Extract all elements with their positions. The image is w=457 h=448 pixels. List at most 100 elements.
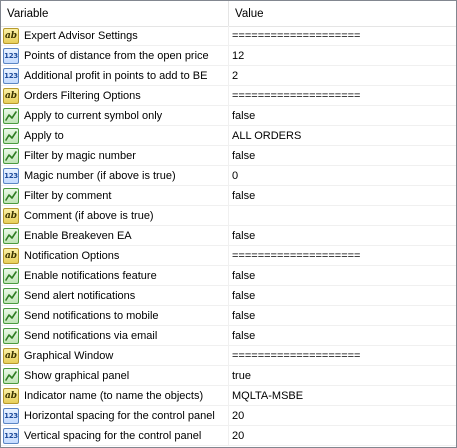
variable-cell: Show graphical panel bbox=[1, 366, 229, 385]
string-type-icon: ab bbox=[3, 27, 19, 44]
variable-cell: 123 Additional profit in points to add to… bbox=[1, 66, 229, 85]
variable-cell: ab Indicator name (to name the objects) bbox=[1, 386, 229, 405]
value-cell[interactable]: false bbox=[229, 286, 456, 305]
variable-label: Graphical Window bbox=[24, 349, 114, 362]
variable-label: Additional profit in points to add to BE bbox=[24, 69, 208, 82]
value-cell[interactable]: false bbox=[229, 306, 456, 325]
table-row[interactable]: Enable notifications feature false bbox=[1, 266, 456, 286]
table-row[interactable]: Send notifications to mobile false bbox=[1, 306, 456, 326]
table-row[interactable]: Apply to current symbol only false bbox=[1, 106, 456, 126]
value-cell[interactable]: 12 bbox=[229, 46, 456, 65]
boolean-type-icon bbox=[3, 147, 19, 164]
boolean-type-icon bbox=[3, 327, 19, 344]
variable-label: Expert Advisor Settings bbox=[24, 29, 138, 42]
variable-cell: ab Expert Advisor Settings bbox=[1, 26, 229, 45]
string-type-icon: ab bbox=[3, 207, 19, 224]
boolean-type-icon bbox=[3, 227, 19, 244]
table-row[interactable]: Apply to ALL ORDERS bbox=[1, 126, 456, 146]
boolean-type-icon bbox=[3, 127, 19, 144]
column-header-value[interactable]: Value bbox=[229, 1, 456, 26]
variable-label: Apply to bbox=[24, 129, 64, 142]
variable-cell: Send alert notifications bbox=[1, 286, 229, 305]
value-cell[interactable]: ==================== bbox=[229, 346, 456, 365]
table-row[interactable]: 123 Additional profit in points to add to… bbox=[1, 66, 456, 86]
variable-cell: 123 Vertical spacing for the control pane… bbox=[1, 426, 229, 445]
variable-cell: Filter by comment bbox=[1, 186, 229, 205]
variable-cell: Apply to bbox=[1, 126, 229, 145]
variable-label: Send notifications to mobile bbox=[24, 309, 159, 322]
variable-label: Show graphical panel bbox=[24, 369, 130, 382]
value-cell[interactable]: ==================== bbox=[229, 246, 456, 265]
number-type-icon: 123 bbox=[3, 427, 19, 444]
value-cell[interactable]: 0 bbox=[229, 166, 456, 185]
table-row[interactable]: ab Indicator name (to name the objects) MQ… bbox=[1, 386, 456, 406]
grid-rows: ab Expert Advisor Settings ===============… bbox=[1, 26, 456, 446]
table-row[interactable]: 123 Magic number (if above is true) 0 bbox=[1, 166, 456, 186]
table-row[interactable]: ab Graphical Window ==================== bbox=[1, 346, 456, 366]
value-cell[interactable]: true bbox=[229, 366, 456, 385]
table-row[interactable]: Show graphical panel true bbox=[1, 366, 456, 386]
value-cell[interactable]: 2 bbox=[229, 66, 456, 85]
variable-label: Indicator name (to name the objects) bbox=[24, 389, 204, 402]
variable-cell: Enable notifications feature bbox=[1, 266, 229, 285]
inputs-grid: Variable Value ab Expert Advisor Settings… bbox=[0, 0, 457, 448]
variable-label: Magic number (if above is true) bbox=[24, 169, 176, 182]
value-cell[interactable]: ==================== bbox=[229, 86, 456, 105]
value-cell[interactable]: ALL ORDERS bbox=[229, 126, 456, 145]
variable-cell: 123 Horizontal spacing for the control pa… bbox=[1, 406, 229, 425]
table-row[interactable]: Send notifications via email false bbox=[1, 326, 456, 346]
variable-label: Points of distance from the open price bbox=[24, 49, 209, 62]
variable-label: Send notifications via email bbox=[24, 329, 158, 342]
variable-label: Orders Filtering Options bbox=[24, 89, 141, 102]
variable-cell: 123 Points of distance from the open pric… bbox=[1, 46, 229, 65]
value-cell[interactable]: 20 bbox=[229, 426, 456, 445]
variable-cell: ab Orders Filtering Options bbox=[1, 86, 229, 105]
value-cell[interactable]: ==================== bbox=[229, 26, 456, 45]
variable-cell: ab Comment (if above is true) bbox=[1, 206, 229, 225]
value-cell[interactable] bbox=[229, 206, 456, 225]
variable-label: Filter by magic number bbox=[24, 149, 136, 162]
variable-label: Comment (if above is true) bbox=[24, 209, 154, 222]
value-cell[interactable]: MQLTA-MSBE bbox=[229, 386, 456, 405]
value-cell[interactable]: false bbox=[229, 266, 456, 285]
value-cell[interactable]: false bbox=[229, 186, 456, 205]
boolean-type-icon bbox=[3, 367, 19, 384]
variable-label: Horizontal spacing for the control panel bbox=[24, 409, 215, 422]
string-type-icon: ab bbox=[3, 347, 19, 364]
value-cell[interactable]: false bbox=[229, 326, 456, 345]
table-row[interactable]: ab Notification Options ==================… bbox=[1, 246, 456, 266]
variable-label: Notification Options bbox=[24, 249, 120, 262]
variable-cell: ab Graphical Window bbox=[1, 346, 229, 365]
boolean-type-icon bbox=[3, 287, 19, 304]
string-type-icon: ab bbox=[3, 87, 19, 104]
value-cell[interactable]: false bbox=[229, 226, 456, 245]
boolean-type-icon bbox=[3, 267, 19, 284]
variable-cell: Apply to current symbol only bbox=[1, 106, 229, 125]
table-row[interactable]: Enable Breakeven EA false bbox=[1, 226, 456, 246]
variable-label: Enable notifications feature bbox=[24, 269, 157, 282]
variable-cell: Send notifications via email bbox=[1, 326, 229, 345]
table-row[interactable]: ab Expert Advisor Settings ===============… bbox=[1, 26, 456, 46]
variable-cell: Send notifications to mobile bbox=[1, 306, 229, 325]
variable-label: Filter by comment bbox=[24, 189, 112, 202]
value-cell[interactable]: false bbox=[229, 146, 456, 165]
column-header-variable[interactable]: Variable bbox=[1, 1, 229, 26]
number-type-icon: 123 bbox=[3, 407, 19, 424]
value-cell[interactable]: false bbox=[229, 106, 456, 125]
variable-label: Enable Breakeven EA bbox=[24, 229, 132, 242]
string-type-icon: ab bbox=[3, 387, 19, 404]
table-row[interactable]: Filter by comment false bbox=[1, 186, 456, 206]
table-row[interactable]: ab Orders Filtering Options ==============… bbox=[1, 86, 456, 106]
number-type-icon: 123 bbox=[3, 67, 19, 84]
table-row[interactable]: 123 Points of distance from the open pric… bbox=[1, 46, 456, 66]
number-type-icon: 123 bbox=[3, 167, 19, 184]
table-row[interactable]: 123 Vertical spacing for the control pane… bbox=[1, 426, 456, 446]
boolean-type-icon bbox=[3, 107, 19, 124]
variable-cell: Filter by magic number bbox=[1, 146, 229, 165]
value-cell[interactable]: 20 bbox=[229, 406, 456, 425]
table-row[interactable]: 123 Horizontal spacing for the control pa… bbox=[1, 406, 456, 426]
variable-cell: Enable Breakeven EA bbox=[1, 226, 229, 245]
table-row[interactable]: ab Comment (if above is true) bbox=[1, 206, 456, 226]
table-row[interactable]: Filter by magic number false bbox=[1, 146, 456, 166]
table-row[interactable]: Send alert notifications false bbox=[1, 286, 456, 306]
